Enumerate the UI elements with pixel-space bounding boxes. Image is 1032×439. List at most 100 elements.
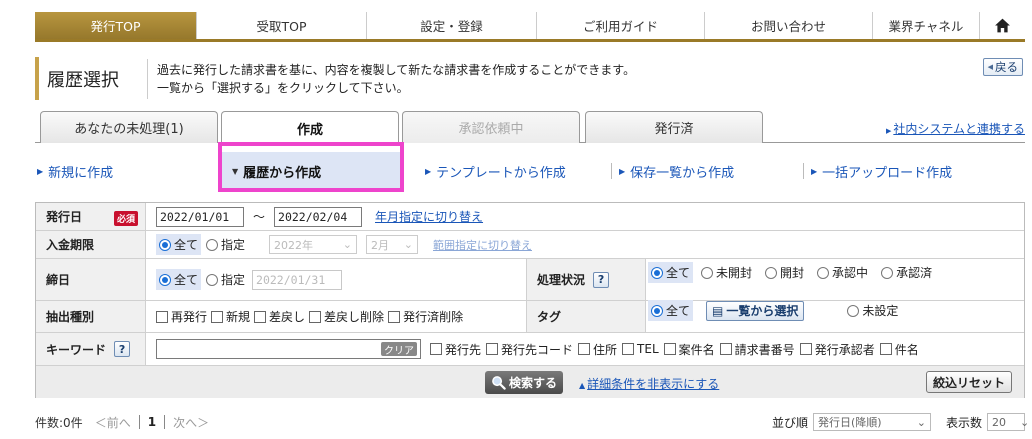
issue-date-switch-link[interactable]: 年月指定に切り替え: [375, 208, 483, 225]
extract-new-checkbox[interactable]: 新規: [211, 308, 250, 325]
payment-due-year-value: 2022年: [274, 238, 313, 252]
search-button[interactable]: 検索する: [485, 371, 563, 394]
subtab-saved-list[interactable]: ▶ 保存一覧から作成: [611, 152, 734, 190]
keyword-values: クリア 発行先 発行先コード 住所 TEL 案件名 請求書番号 発行承認者 件名: [156, 333, 919, 365]
help-icon[interactable]: ?: [114, 341, 131, 357]
page-description-line2: 一覧から「選択する」をクリックして下さい。: [157, 81, 409, 95]
current-page: 1: [138, 415, 166, 429]
keyword-label-text: キーワード: [46, 342, 107, 357]
tag-all-option[interactable]: 全て: [648, 300, 694, 321]
issue-date-to-input[interactable]: 2022/02/04: [274, 206, 363, 227]
keyword-approver-checkbox[interactable]: 発行承認者: [799, 341, 875, 358]
payment-due-all-option[interactable]: 全て: [156, 234, 202, 255]
keyword-issuee-code-checkbox[interactable]: 発行先コード: [486, 341, 573, 358]
closing-date-label: 締日: [36, 259, 146, 300]
payment-due-specify-option[interactable]: 指定: [206, 236, 245, 253]
search-icon: [492, 376, 506, 390]
status-option-all[interactable]: 全て: [648, 262, 694, 283]
nav-guide[interactable]: ご利用ガイド: [537, 12, 705, 39]
nav-industry-channel[interactable]: 業界チャネル: [873, 12, 980, 39]
status-option-opened[interactable]: 開封: [765, 264, 804, 281]
closing-date-values: 全て 指定 2022/01/31: [156, 259, 343, 300]
payment-due-year-select[interactable]: 2022年 ⌄: [269, 235, 357, 254]
issue-date-values: 2022/01/01 ～ 2022/02/04 年月指定に切り替え: [156, 203, 483, 230]
extract-returned-checkbox[interactable]: 差戻し: [254, 308, 305, 325]
extract-issued-deleted-checkbox[interactable]: 発行済削除: [388, 308, 463, 325]
payment-due-label: 入金期限: [36, 231, 146, 258]
tab-unprocessed[interactable]: あなたの未処理(1): [40, 111, 218, 143]
radio-checked: [651, 304, 663, 317]
keyword-clear-button[interactable]: クリア: [381, 342, 417, 357]
checkbox: [663, 343, 676, 355]
extract-type-options: 再発行 新規 差戻し 差戻し削除 発行済削除: [156, 301, 463, 332]
payment-due-month-select[interactable]: 2月 ⌄: [366, 235, 418, 254]
extract-reissue-label: 再発行: [171, 310, 208, 324]
highlight-annotation: [218, 142, 404, 192]
tag-all-label: 全て: [666, 304, 691, 318]
extract-reissue-checkbox[interactable]: 再発行: [156, 308, 207, 325]
radio-checked: [159, 238, 171, 251]
subtab-bulk-upload[interactable]: ▶ 一括アップロード作成: [803, 152, 952, 190]
triangle-right-icon: ▶: [885, 127, 892, 135]
title-accent-bar: [35, 57, 39, 100]
search-button-label: 検索する: [508, 376, 557, 390]
tab-create[interactable]: 作成: [221, 111, 399, 144]
closing-date-input[interactable]: 2022/01/31: [252, 269, 343, 290]
tag-unset-option[interactable]: 未設定: [847, 302, 898, 319]
keyword-subject-label: 件名: [894, 342, 919, 357]
keyword-project-checkbox[interactable]: 案件名: [663, 341, 715, 358]
nav-receive-top[interactable]: 受取TOP: [197, 12, 367, 39]
nav-contact[interactable]: お問い合わせ: [705, 12, 873, 39]
sort-select[interactable]: 発行日(降順) ⌄: [812, 413, 931, 431]
extract-issued-deleted-label: 発行済削除: [403, 310, 464, 324]
closing-date-all-option[interactable]: 全て: [156, 269, 202, 290]
extract-returned-deleted-checkbox[interactable]: 差戻し削除: [309, 308, 384, 325]
keyword-subject-checkbox[interactable]: 件名: [879, 341, 919, 358]
tag-select-from-list-button[interactable]: ▤ 一覧から選択: [706, 300, 805, 321]
payment-due-all-label: 全て: [174, 238, 199, 252]
reset-filter-button[interactable]: 絞込リセット: [925, 371, 1012, 393]
subtab-template[interactable]: ▶ テンプレートから作成: [425, 152, 566, 190]
closing-date-specify-option[interactable]: 指定: [206, 271, 245, 288]
subtab-separator: [803, 163, 804, 179]
toggle-detail-link[interactable]: ▲ 詳細条件を非表示にする: [579, 375, 719, 392]
keyword-invoice-number-checkbox[interactable]: 請求書番号: [719, 341, 795, 358]
next-page-link: 次へ＞: [173, 415, 210, 430]
nav-issue-top[interactable]: 発行TOP: [35, 12, 197, 39]
issue-date-from-input[interactable]: 2022/01/01: [156, 206, 244, 227]
keyword-tel-checkbox[interactable]: TEL: [622, 342, 659, 356]
issue-date-range-tilde: ～: [253, 210, 266, 224]
nav-settings-label: 設定・登録: [420, 19, 483, 34]
payment-due-selects: 2022年 ⌄ 2月 ⌄ 範囲指定に切り替え: [269, 231, 532, 258]
tag-select-button-label: 一覧から選択: [726, 304, 799, 318]
checkbox: [622, 343, 635, 355]
status-approving-label: 承認中: [832, 266, 869, 280]
keyword-issuee-checkbox[interactable]: 発行先: [430, 341, 481, 358]
payment-due-specify-label: 指定: [221, 238, 246, 252]
prev-page-link: ＜前へ: [94, 415, 131, 430]
keyword-address-checkbox[interactable]: 住所: [578, 341, 617, 358]
subtab-new[interactable]: ▶ 新規に作成: [37, 152, 113, 190]
radio-unchecked: [765, 266, 778, 279]
keyword-project-label: 案件名: [678, 342, 715, 357]
status-option-approving[interactable]: 承認中: [817, 264, 868, 281]
checkbox: [254, 310, 267, 323]
status-option-approved[interactable]: 承認済: [881, 264, 932, 281]
checkbox: [388, 310, 401, 323]
status-option-unopened[interactable]: 未開封: [701, 264, 752, 281]
back-button[interactable]: ◀ 戻る: [982, 58, 1023, 76]
payment-due-switch-link[interactable]: 範囲指定に切り替え: [433, 237, 532, 253]
keyword-input[interactable]: クリア: [156, 339, 421, 359]
help-icon[interactable]: ?: [593, 271, 610, 288]
per-page-select[interactable]: 20 ⌄: [987, 413, 1029, 431]
nav-settings[interactable]: 設定・登録: [367, 12, 537, 39]
subtab-template-label: テンプレートから作成: [436, 165, 566, 181]
tag-options: 全て ▤ 一覧から選択 未設定: [648, 295, 898, 326]
tab-issued[interactable]: 発行済: [585, 111, 763, 143]
main-tabs: あなたの未処理(1) 作成 承認依頼中 発行済 ▶ 社内システムと連携する: [35, 111, 1025, 144]
nav-home[interactable]: [980, 12, 1025, 39]
home-icon: [995, 18, 1010, 33]
status-options: 全て 未開封 開封 承認中 承認済: [648, 252, 932, 293]
keyword-row: キーワード? クリア 発行先 発行先コード 住所 TEL 案件名 請求書番号 発…: [36, 333, 1024, 366]
system-integration-link[interactable]: ▶ 社内システムと連携する: [886, 120, 1025, 137]
